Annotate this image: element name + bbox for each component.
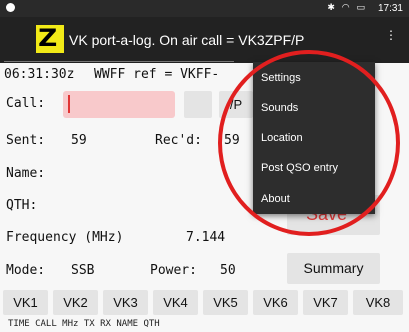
sent-label: Sent: <box>6 133 46 148</box>
sent-value[interactable]: 59 <box>71 133 87 148</box>
vk5-button[interactable]: VK5 <box>203 290 248 315</box>
recd-label: Rec'd: <box>155 133 202 148</box>
mode-value[interactable]: SSB <box>71 263 94 278</box>
vk3-button[interactable]: VK3 <box>103 290 148 315</box>
power-label: Power: <box>150 263 197 278</box>
menu-item-about[interactable]: About <box>261 193 290 205</box>
summary-button[interactable]: Summary <box>287 253 380 284</box>
utc-time: 06:31:30z <box>4 67 75 82</box>
qth-label: QTH: <box>6 198 38 213</box>
app-title: VK port-a-log. On air call = VK3ZPF/P <box>69 32 305 48</box>
app-logo: Z <box>36 24 64 53</box>
menu-item-location[interactable]: Location <box>261 132 303 144</box>
app-bar: Z VK port-a-log. On air call = VK3ZPF/P … <box>0 17 409 63</box>
name-label: Name: <box>6 166 46 181</box>
overflow-menu-icon[interactable]: ⋮ <box>385 29 397 41</box>
vk6-button[interactable]: VK6 <box>253 290 298 315</box>
vk7-button[interactable]: VK7 <box>303 290 348 315</box>
clock: 17:31 <box>377 3 403 14</box>
portable-button[interactable]: /P <box>219 91 253 118</box>
menu-item-post-qso-entry[interactable]: Post QSO entry <box>261 162 338 174</box>
header-divider <box>4 61 234 62</box>
vk2-button[interactable]: VK2 <box>53 290 98 315</box>
status-bar: ✱ ◠ ▭ 17:31 <box>0 0 409 17</box>
call-input[interactable] <box>63 91 175 118</box>
menu-item-settings[interactable]: Settings <box>261 72 301 84</box>
call-label: Call: <box>6 96 46 111</box>
mode-label: Mode: <box>6 263 46 278</box>
log-column-headers: TIME CALL MHz TX RX NAME QTH <box>8 319 160 329</box>
vk4-button[interactable]: VK4 <box>153 290 198 315</box>
frequency-value[interactable]: 7.144 <box>186 230 225 245</box>
frequency-label: Frequency (MHz) <box>6 230 124 245</box>
vk8-button[interactable]: VK8 <box>353 290 403 315</box>
clear-button[interactable] <box>184 91 212 118</box>
recd-value[interactable]: 59 <box>224 133 240 148</box>
notification-icon <box>6 3 15 12</box>
wwff-ref: WWFF ref = VKFF- <box>94 67 220 82</box>
status-icons: ✱ ◠ ▭ <box>327 3 367 13</box>
power-value[interactable]: 50 <box>220 263 236 278</box>
menu-item-sounds[interactable]: Sounds <box>261 102 298 114</box>
vk1-button[interactable]: VK1 <box>3 290 48 315</box>
overflow-menu: Settings Sounds Location Post QSO entry … <box>253 62 375 214</box>
text-caret <box>68 95 70 113</box>
